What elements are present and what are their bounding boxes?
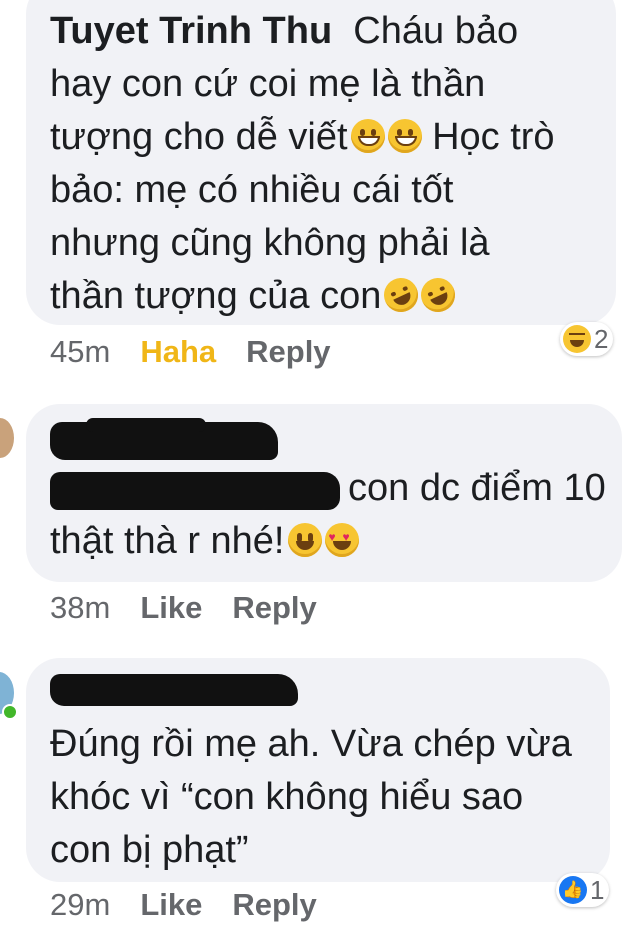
- comment-line: con bị phạt”: [50, 829, 249, 871]
- redacted-text: [50, 472, 340, 510]
- comment-line: khóc vì “con không hiểu sao: [50, 776, 524, 818]
- comment-text: thật thà r nhé! ♥ ♥: [50, 515, 604, 568]
- reaction-summary[interactable]: 👍 1: [556, 873, 610, 907]
- online-status-indicator: [2, 704, 18, 720]
- comment-text: Đúng rồi mẹ ah. Vừa chép vừa khóc vì “co…: [50, 718, 592, 877]
- comment-text: con dc điểm 10: [348, 462, 612, 515]
- like-button[interactable]: Like: [140, 590, 202, 625]
- comment-line: con dc điểm 10: [348, 467, 606, 509]
- reply-button[interactable]: Reply: [246, 334, 330, 369]
- grinning-emoji-icon: [387, 119, 422, 153]
- reaction-summary[interactable]: 2: [560, 322, 614, 356]
- comment-time[interactable]: 29m: [50, 887, 110, 922]
- reply-button[interactable]: Reply: [232, 887, 316, 922]
- grinning-emoji-icon: [350, 119, 385, 153]
- haha-icon: [563, 325, 591, 353]
- comment-line: Cháu bảo: [353, 10, 519, 52]
- comment-actions: 45m Haha Reply: [50, 334, 361, 370]
- comment-time[interactable]: 38m: [50, 590, 110, 625]
- comment-line: tượng cho dễ viết: [50, 116, 348, 158]
- rofl-emoji-icon: [378, 272, 424, 318]
- comment-actions: 38m Like Reply: [50, 590, 347, 626]
- comment-bubble[interactable]: Tuyet Trinh Thu Cháu bảo hay con cứ coi …: [26, 0, 616, 325]
- rofl-emoji-icon: [415, 272, 461, 318]
- comment-time[interactable]: 45m: [50, 334, 110, 369]
- comment-text: Tuyet Trinh Thu Cháu bảo hay con cứ coi …: [50, 5, 598, 323]
- smiley-emoji-icon: [287, 523, 322, 557]
- comment-line: nhưng cũng không phải là: [50, 222, 490, 264]
- comment-bubble[interactable]: Đúng rồi mẹ ah. Vừa chép vừa khóc vì “co…: [26, 658, 610, 882]
- comment-line: hay con cứ coi mẹ là thần: [50, 63, 486, 105]
- comment-line: bảo: mẹ có nhiều cái tốt: [50, 169, 454, 211]
- comment-line: thật thà r nhé!: [50, 520, 285, 562]
- reaction-count: 1: [590, 874, 605, 905]
- redacted-author-part: [86, 418, 206, 432]
- comment-bubble[interactable]: con dc điểm 10 thật thà r nhé! ♥ ♥: [26, 404, 622, 582]
- reaction-count: 2: [594, 323, 609, 354]
- reaction-button[interactable]: Haha: [140, 334, 216, 369]
- reply-button[interactable]: Reply: [232, 590, 316, 625]
- comment-author[interactable]: Tuyet Trinh Thu: [50, 10, 332, 52]
- redacted-author: [50, 674, 298, 706]
- comment-line: thần tượng của con: [50, 275, 382, 317]
- comment-line: Đúng rồi mẹ ah. Vừa chép vừa: [50, 723, 572, 765]
- comment-actions: 29m Like Reply: [50, 887, 347, 923]
- avatar[interactable]: [0, 418, 14, 458]
- heart-eyes-emoji-icon: ♥ ♥: [324, 523, 359, 557]
- like-icon: 👍: [559, 876, 587, 904]
- like-button[interactable]: Like: [140, 887, 202, 922]
- comment-line: Học trò: [421, 116, 555, 158]
